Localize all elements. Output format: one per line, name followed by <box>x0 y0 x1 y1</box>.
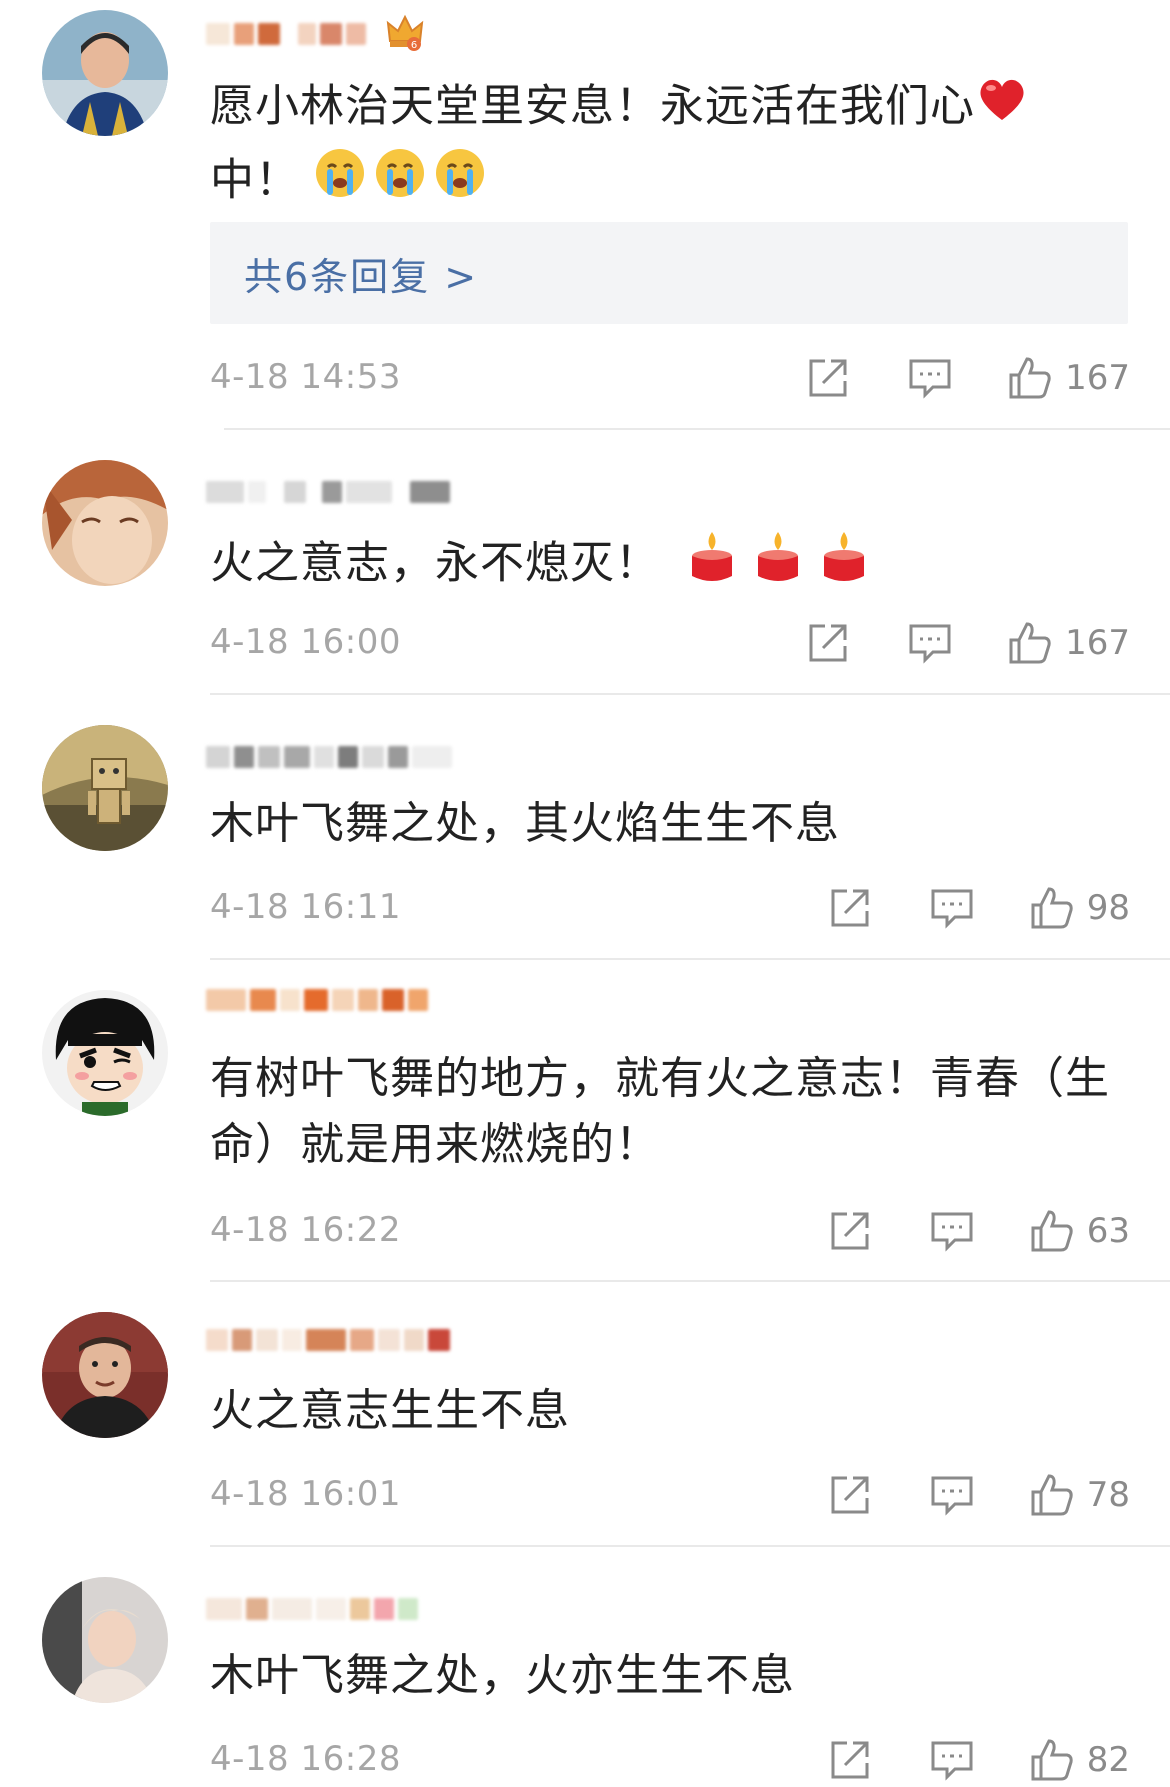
username-blurred[interactable] <box>206 1318 450 1362</box>
like-count: 78 <box>1086 1475 1130 1515</box>
like-count: 167 <box>1065 358 1130 398</box>
avatar[interactable] <box>42 1577 168 1703</box>
like-icon[interactable] <box>1029 1737 1075 1783</box>
avatar[interactable] <box>42 460 168 586</box>
share-icon[interactable] <box>827 1472 873 1518</box>
comment-meta: 4-18 14:53 167 <box>210 353 1130 403</box>
comment-text: 火之意志，永不熄灭！ <box>210 526 1130 605</box>
crying-emoji-icon <box>314 145 486 220</box>
like-icon[interactable] <box>1007 355 1053 401</box>
comment-text: 有树叶飞舞的地方，就有火之意志！青春（生 命）就是用来燃烧的！ <box>210 1053 1110 1170</box>
share-icon[interactable] <box>805 355 851 401</box>
username-blurred[interactable] <box>206 978 428 1022</box>
avatar[interactable] <box>42 1312 168 1438</box>
comment-meta: 4-18 16:22 63 <box>210 1206 1130 1256</box>
like-count: 63 <box>1086 1211 1130 1251</box>
comment-icon[interactable] <box>929 1472 975 1518</box>
view-replies-link[interactable]: 共6条回复 > <box>244 246 478 301</box>
share-icon[interactable] <box>827 885 873 931</box>
like-icon[interactable] <box>1029 885 1075 931</box>
like-count: 82 <box>1086 1740 1130 1780</box>
replies-box[interactable]: 共6条回复 > <box>210 222 1128 324</box>
comment-icon[interactable] <box>907 620 953 666</box>
comment-text: 愿小林治天堂里安息！永远活在我们心 中！ <box>210 72 1130 220</box>
candle-emoji-icon <box>686 526 866 605</box>
comment-time: 4-18 16:28 <box>210 1739 401 1779</box>
comment-item: 木叶飞舞之处，火亦生生不息 4-18 16:28 82 <box>0 1547 1170 1781</box>
username-blurred[interactable] <box>206 735 452 779</box>
comment-time: 4-18 16:11 <box>210 887 401 927</box>
svg-text:6: 6 <box>411 40 417 51</box>
like-count: 98 <box>1086 888 1130 928</box>
like-icon[interactable] <box>1029 1472 1075 1518</box>
avatar[interactable] <box>42 990 168 1116</box>
comment-icon[interactable] <box>907 355 953 401</box>
comment-time: 4-18 14:53 <box>210 357 401 397</box>
username-blurred[interactable] <box>206 470 450 514</box>
comment-text: 木叶飞舞之处，火亦生生不息 <box>210 1650 795 1701</box>
comment-item: 木叶飞舞之处，其火焰生生不息 4-18 16:11 98 <box>0 695 1170 960</box>
avatar[interactable] <box>42 10 168 136</box>
comment-text: 木叶飞舞之处，其火焰生生不息 <box>210 798 840 849</box>
comment-meta: 4-18 16:01 78 <box>210 1470 1130 1520</box>
comment-item: 火之意志，永不熄灭！ 4-18 16:00 167 <box>0 430 1170 695</box>
like-icon[interactable] <box>1007 620 1053 666</box>
comment-item: 有树叶飞舞的地方，就有火之意志！青春（生 命）就是用来燃烧的！ 4-18 16:… <box>0 960 1170 1282</box>
comment-time: 4-18 16:00 <box>210 622 401 662</box>
comment-meta: 4-18 16:11 98 <box>210 883 1130 933</box>
comment-meta: 4-18 16:00 167 <box>210 618 1130 668</box>
comment-icon[interactable] <box>929 1208 975 1254</box>
share-icon[interactable] <box>827 1737 873 1783</box>
comment-time: 4-18 16:01 <box>210 1474 401 1514</box>
comment-icon[interactable] <box>929 1737 975 1783</box>
like-icon[interactable] <box>1029 1208 1075 1254</box>
comment-text: 火之意志生生不息 <box>210 1385 570 1436</box>
share-icon[interactable] <box>805 620 851 666</box>
comment-time: 4-18 16:22 <box>210 1210 401 1250</box>
comment-icon[interactable] <box>929 885 975 931</box>
comment-item: 6 愿小林治天堂里安息！永远活在我们心 中！ 共6条回复 > 4-18 14:5… <box>0 0 1170 430</box>
vip-crown-icon: 6 <box>384 11 426 57</box>
comment-item: 火之意志生生不息 4-18 16:01 78 <box>0 1282 1170 1547</box>
like-count: 167 <box>1065 623 1130 663</box>
avatar[interactable] <box>42 725 168 851</box>
heart-emoji <box>975 72 1029 145</box>
share-icon[interactable] <box>827 1208 873 1254</box>
username-blurred[interactable]: 6 <box>206 12 426 56</box>
username-blurred[interactable] <box>206 1587 418 1631</box>
